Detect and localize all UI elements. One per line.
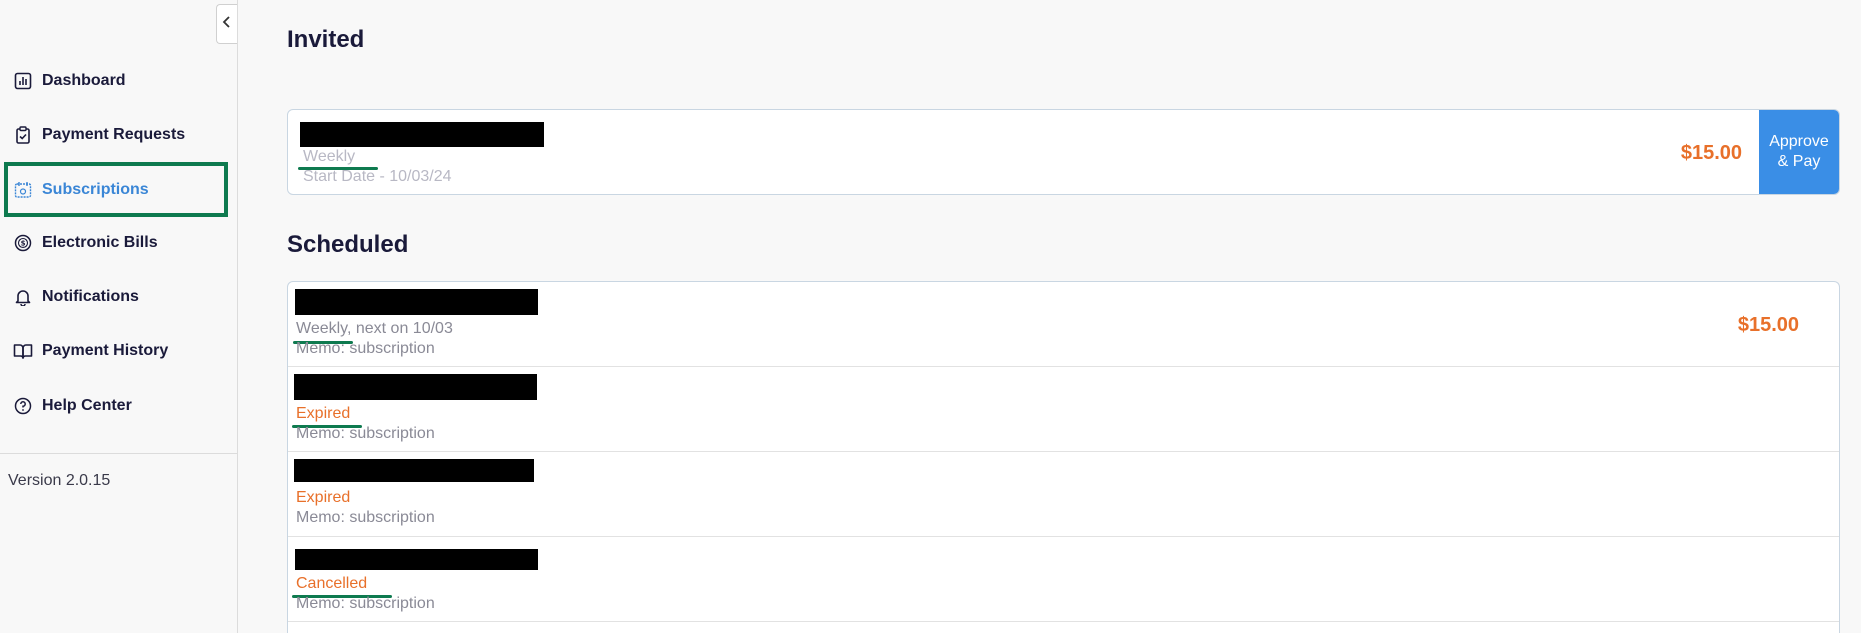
sidebar-item-label: Dashboard — [42, 72, 126, 89]
version-label: Version 2.0.15 — [8, 472, 111, 489]
book-icon — [13, 341, 33, 361]
redacted-merchant-name — [294, 374, 537, 400]
scheduled-item[interactable]: Weekly, next on 10/03 Memo: subscription… — [288, 282, 1839, 367]
redacted-merchant-name — [295, 289, 538, 315]
sidebar-item-payment-history[interactable]: Payment History — [4, 326, 228, 376]
sidebar-item-label: Notifications — [42, 288, 139, 305]
main-content: Invited Weekly Start Date - 10/03/24 $15… — [238, 0, 1861, 633]
sidebar-item-label: Payment History — [42, 342, 169, 359]
sidebar-item-label: Subscriptions — [42, 180, 149, 198]
chevron-left-icon — [222, 15, 232, 33]
scheduled-item[interactable]: Expired Memo: subscription — [288, 452, 1839, 537]
sidebar-item-label: Payment Requests — [42, 126, 186, 143]
sidebar-divider — [0, 453, 237, 454]
scheduled-item[interactable]: Cancelled Memo: subscription — [288, 537, 1839, 622]
sidebar-item-electronic-bills[interactable]: $ Electronic Bills — [4, 218, 228, 268]
bell-icon — [13, 287, 33, 307]
scheduled-item-amount: $15.00 — [1737, 314, 1799, 336]
scheduled-item-memo: Memo: subscription — [296, 340, 435, 357]
approve-button-label-line1: Approve — [1769, 133, 1829, 150]
scheduled-item-memo: Memo: subscription — [296, 425, 435, 442]
scheduled-item-status: Expired — [296, 489, 351, 506]
sidebar-item-dashboard[interactable]: Dashboard — [4, 56, 228, 106]
bar-chart-icon — [13, 71, 33, 91]
dollar-circle-icon: $ — [13, 233, 33, 253]
svg-text:$: $ — [21, 240, 26, 248]
scheduled-section-title: Scheduled — [287, 231, 409, 258]
invited-subscription-card[interactable]: Weekly Start Date - 10/03/24 $15.00 Appr… — [287, 109, 1840, 195]
sidebar-item-subscriptions[interactable]: Subscriptions — [4, 162, 228, 217]
sidebar-item-label: Help Center — [42, 397, 132, 414]
sidebar-collapse-button[interactable] — [216, 4, 237, 44]
approve-and-pay-button[interactable]: Approve & Pay — [1759, 110, 1839, 194]
redacted-merchant-name — [295, 549, 538, 570]
approve-button-label-line2: & Pay — [1777, 153, 1821, 170]
redacted-merchant-name — [300, 122, 544, 147]
scheduled-item-status: Cancelled — [296, 575, 368, 592]
scheduled-item[interactable]: Expired Memo: subscription — [288, 367, 1839, 452]
clipboard-check-icon — [13, 125, 33, 145]
redacted-merchant-name — [294, 459, 534, 482]
scheduled-list: Weekly, next on 10/03 Memo: subscription… — [287, 281, 1840, 633]
sidebar: Dashboard Payment Requests Subscriptions… — [0, 0, 238, 633]
sidebar-item-notifications[interactable]: Notifications — [4, 272, 228, 322]
help-circle-icon — [13, 396, 33, 416]
invited-section-title: Invited — [287, 26, 365, 53]
calendar-icon — [13, 180, 33, 200]
sidebar-item-label: Electronic Bills — [42, 234, 158, 251]
app-root: Dashboard Payment Requests Subscriptions… — [0, 0, 1861, 633]
sidebar-item-help-center[interactable]: Help Center — [4, 381, 228, 431]
scheduled-item-memo: Memo: subscription — [296, 509, 435, 526]
invited-frequency: Weekly — [303, 148, 356, 165]
scheduled-item-memo: Memo: subscription — [296, 595, 435, 612]
sidebar-item-payment-requests[interactable]: Payment Requests — [4, 110, 228, 160]
scheduled-item-status: Expired — [296, 405, 351, 422]
invited-start-date: Start Date - 10/03/24 — [303, 168, 452, 185]
invited-amount: $15.00 — [1680, 142, 1742, 164]
scheduled-item-status: Weekly, next on 10/03 — [296, 320, 453, 337]
